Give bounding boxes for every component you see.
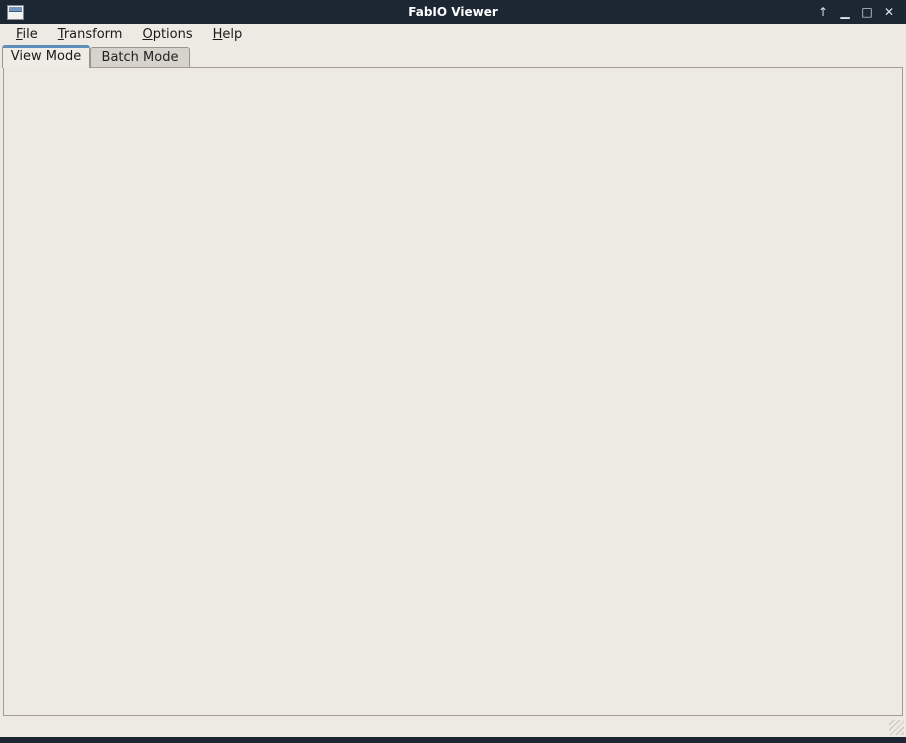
status-bar <box>0 716 906 737</box>
tab-content-panel <box>3 67 903 716</box>
menu-file[interactable]: File <box>6 26 48 43</box>
tab-view-mode[interactable]: View Mode <box>2 45 90 68</box>
menu-help[interactable]: Help <box>203 26 253 43</box>
window-icon[interactable] <box>7 5 24 20</box>
shade-button[interactable]: ↑ <box>816 0 830 24</box>
menu-transform[interactable]: Transform <box>48 26 133 43</box>
minimize-button[interactable]: ▁ <box>838 0 852 24</box>
menu-options[interactable]: Options <box>132 26 202 43</box>
close-button[interactable]: ✕ <box>882 0 896 24</box>
maximize-button[interactable]: □ <box>860 0 874 24</box>
menu-bar: FileTransformOptionsHelp <box>0 24 906 45</box>
window-title: FabIO Viewer <box>0 5 906 19</box>
window-bottom-border <box>0 737 906 743</box>
resize-grip[interactable] <box>889 720 904 735</box>
window-controls: ↑ ▁ □ ✕ <box>816 0 906 24</box>
tab-batch-mode[interactable]: Batch Mode <box>90 47 190 68</box>
title-bar: FabIO Viewer ↑ ▁ □ ✕ <box>0 0 906 24</box>
